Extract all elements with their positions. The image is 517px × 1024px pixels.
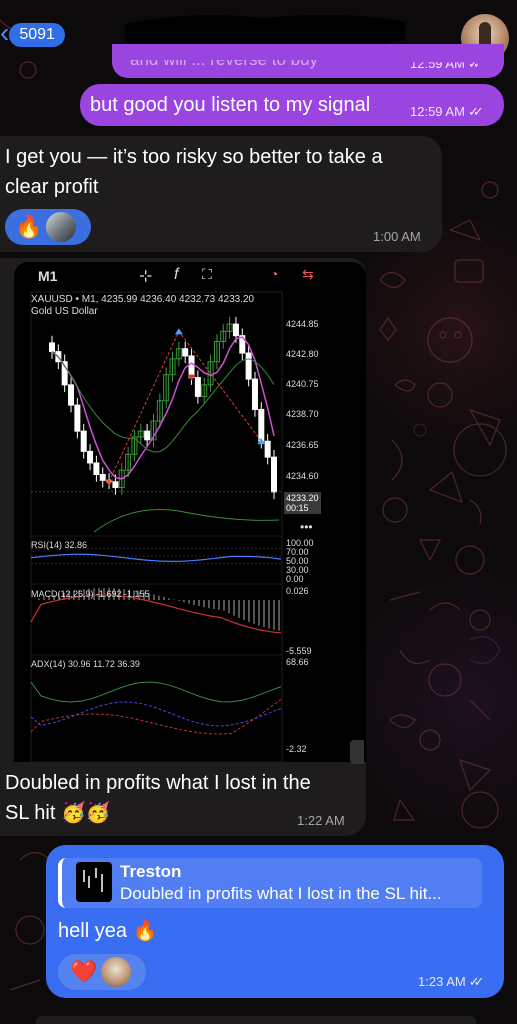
- price-tick-label: 4240.75: [286, 379, 319, 389]
- back-button[interactable]: ‹ 5091: [0, 17, 65, 48]
- message-time: 12:59 AM ✓✓: [410, 104, 484, 119]
- reply-thumbnail-image: [83, 868, 103, 892]
- price-tick-label: 4244.85: [286, 319, 319, 329]
- buy-arrow-marker: [174, 328, 183, 335]
- candle-body: [87, 450, 94, 464]
- message-text-line: Doubled in profits what I lost in the: [5, 772, 311, 794]
- candle-body: [245, 352, 252, 380]
- reaction-pill[interactable]: 🔥: [5, 209, 91, 245]
- candle-body: [251, 378, 258, 410]
- rsi-label: RSI(14) 32.86: [31, 540, 88, 550]
- current-price: 4233.20: [286, 493, 319, 503]
- volume-envelope: [93, 509, 280, 533]
- message-time: 1:23 AM ✓✓: [418, 974, 485, 989]
- chart-side-handle[interactable]: [350, 740, 364, 764]
- candle-body: [232, 323, 239, 337]
- message-bubble-incoming[interactable]: I get you — it’s too risky so better to …: [0, 136, 442, 252]
- candle-body: [80, 430, 87, 452]
- candle-body: [188, 355, 195, 379]
- trading-chart-screenshot[interactable]: M1 ⊹ f ⛶ ◔ ⇆ XAUUSD • M1, 4235.99 4236.4…: [14, 262, 366, 762]
- candle-body: [258, 408, 265, 442]
- message-text-line: I get you — it’s too risky so better to …: [5, 146, 383, 168]
- rsi-tick: 0.00: [286, 574, 304, 584]
- read-checkmark-icon: ✓✓: [467, 56, 478, 71]
- candle-body: [264, 440, 271, 458]
- reply-author: Treston: [120, 862, 182, 881]
- read-checkmark-icon: ✓✓: [468, 974, 485, 989]
- fire-reaction: 🔥: [15, 214, 43, 239]
- candle-body: [194, 377, 201, 397]
- candle-body: [93, 462, 100, 476]
- reaction-pill[interactable]: ❤️: [58, 954, 146, 990]
- plus-di-line: [30, 701, 282, 727]
- current-price-tag: 4233.20 00:15: [284, 492, 321, 514]
- price-tick-label: 4242.80: [286, 349, 319, 359]
- chevron-left-icon: ‹: [0, 17, 10, 48]
- reactor-avatar: [46, 212, 77, 242]
- read-checkmark-icon: ✓✓: [467, 104, 484, 119]
- message-time: 1:00 AM: [373, 229, 421, 244]
- adx-label: ADX(14) 30.96 11.72 36.39: [31, 659, 140, 669]
- message-text: and will ... reverse to buy: [130, 50, 319, 69]
- candle-body: [99, 474, 106, 481]
- message-bubble-outgoing[interactable]: and will ... reverse to buy 12:59 AM ✓✓: [112, 44, 504, 78]
- macd-tick: 0.026: [286, 586, 309, 596]
- message-text-line: clear profit: [5, 176, 99, 198]
- message-text-line: SL hit 🥳🥳: [5, 802, 111, 824]
- adx-tick: 68.66: [286, 657, 309, 667]
- more-icon[interactable]: •••: [300, 520, 313, 534]
- candle-body: [112, 481, 119, 489]
- reactor-avatar: [101, 957, 132, 987]
- message-bubble-outgoing[interactable]: but good you listen to my signal 12:59 A…: [80, 84, 504, 126]
- chart-frame: [30, 291, 283, 762]
- candle-countdown: 00:15: [286, 503, 309, 513]
- message-text: hell yea 🔥: [58, 920, 158, 942]
- unread-count-badge: 5091: [9, 22, 65, 47]
- message-time: 1:22 AM: [297, 813, 345, 828]
- sell-arrow-marker: [105, 479, 114, 486]
- message-time: 12:59 AM ✓✓: [410, 56, 478, 71]
- reply-snippet: Doubled in profits what I lost in the SL…: [120, 884, 442, 903]
- macd-label: MACD(12,26,9) -1.692 -1.155: [31, 589, 150, 599]
- price-tick-label: 4236.65: [286, 440, 319, 450]
- candle-body: [144, 430, 151, 441]
- candle-body: [74, 404, 81, 432]
- moving-average-fast: [51, 336, 275, 480]
- reply-thumbnail: [76, 862, 112, 902]
- minus-di-line: [30, 698, 282, 735]
- candle-body: [68, 384, 75, 406]
- rsi-line: [30, 553, 282, 563]
- price-tick-label: 4234.60: [286, 471, 319, 481]
- heart-reaction: ❤️: [70, 959, 98, 984]
- message-text: but good you listen to my signal: [90, 94, 371, 116]
- price-tick-label: 4238.70: [286, 409, 319, 419]
- macd-tick: -5.559: [286, 646, 312, 656]
- candle-body: [182, 348, 189, 357]
- candle-body: [271, 456, 277, 493]
- adx-tick: -2.32: [286, 744, 307, 754]
- candle-body: [49, 342, 55, 353]
- adx-line: [30, 681, 282, 703]
- input-bar-edge: [36, 1016, 476, 1024]
